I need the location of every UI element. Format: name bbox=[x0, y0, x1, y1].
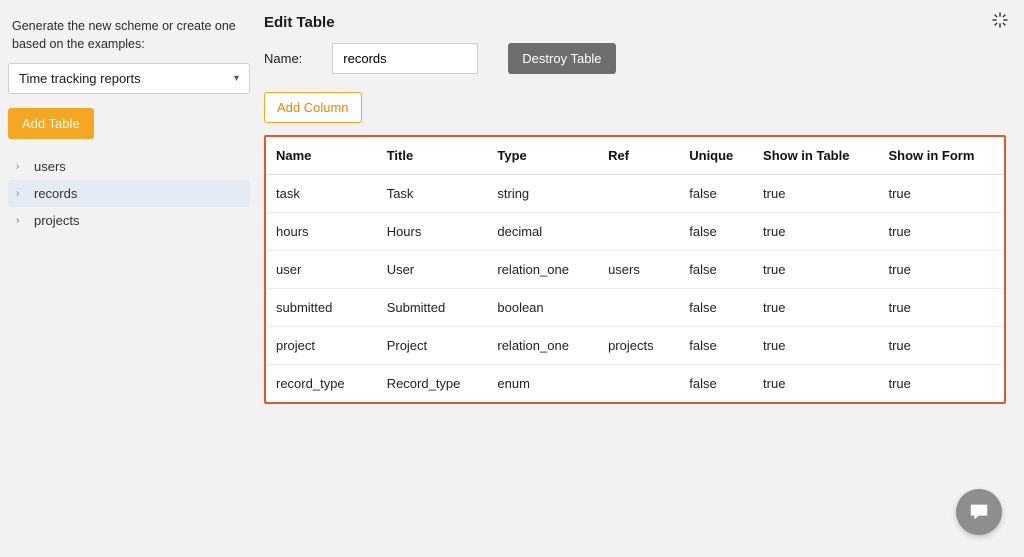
scheme-select-value: Time tracking reports bbox=[19, 71, 141, 86]
col-header: Type bbox=[487, 137, 598, 175]
col-header: Show in Form bbox=[878, 137, 1004, 175]
page-title: Edit Table bbox=[264, 14, 1006, 31]
table-row[interactable]: userUserrelation_oneusersfalsetruetrue bbox=[266, 251, 1004, 289]
chevron-right-icon: › bbox=[16, 161, 24, 172]
col-header: Ref bbox=[598, 137, 679, 175]
collapse-icon[interactable] bbox=[990, 10, 1010, 33]
cell-name: user bbox=[266, 251, 377, 289]
cell-show_in_form: true bbox=[878, 175, 1004, 213]
cell-type: relation_one bbox=[487, 327, 598, 365]
cell-ref bbox=[598, 213, 679, 251]
cell-unique: false bbox=[679, 327, 753, 365]
col-header: Title bbox=[377, 137, 488, 175]
sidebar-item-records[interactable]: › records bbox=[8, 180, 250, 207]
cell-name: task bbox=[266, 175, 377, 213]
cell-name: submitted bbox=[266, 289, 377, 327]
cell-unique: false bbox=[679, 289, 753, 327]
cell-show_in_table: true bbox=[753, 175, 878, 213]
add-column-button[interactable]: Add Column bbox=[264, 92, 362, 123]
cell-show_in_table: true bbox=[753, 327, 878, 365]
cell-unique: false bbox=[679, 175, 753, 213]
cell-type: boolean bbox=[487, 289, 598, 327]
chevron-right-icon: › bbox=[16, 215, 24, 226]
table-row[interactable]: taskTaskstringfalsetruetrue bbox=[266, 175, 1004, 213]
cell-title: Record_type bbox=[377, 365, 488, 403]
cell-title: Project bbox=[377, 327, 488, 365]
cell-ref bbox=[598, 175, 679, 213]
table-row[interactable]: projectProjectrelation_oneprojectsfalset… bbox=[266, 327, 1004, 365]
cell-type: string bbox=[487, 175, 598, 213]
scheme-select[interactable]: Time tracking reports ▾ bbox=[8, 63, 250, 94]
sidebar-item-label: records bbox=[34, 186, 77, 201]
sidebar-item-projects[interactable]: › projects bbox=[8, 207, 250, 234]
col-header: Show in Table bbox=[753, 137, 878, 175]
chat-fab[interactable] bbox=[956, 489, 1002, 535]
cell-title: Submitted bbox=[377, 289, 488, 327]
table-row[interactable]: submittedSubmittedbooleanfalsetruetrue bbox=[266, 289, 1004, 327]
cell-title: User bbox=[377, 251, 488, 289]
cell-show_in_form: true bbox=[878, 251, 1004, 289]
cell-unique: false bbox=[679, 213, 753, 251]
columns-table: NameTitleTypeRefUniqueShow in TableShow … bbox=[266, 137, 1004, 402]
table-row[interactable]: hoursHoursdecimalfalsetruetrue bbox=[266, 213, 1004, 251]
cell-type: enum bbox=[487, 365, 598, 403]
table-tree: › users › records › projects bbox=[8, 153, 250, 234]
col-header: Unique bbox=[679, 137, 753, 175]
cell-show_in_form: true bbox=[878, 365, 1004, 403]
add-table-button[interactable]: Add Table bbox=[8, 108, 94, 139]
table-row[interactable]: record_typeRecord_typeenumfalsetruetrue bbox=[266, 365, 1004, 403]
destroy-table-button[interactable]: Destroy Table bbox=[508, 43, 615, 74]
name-label: Name: bbox=[264, 51, 302, 66]
sidebar-item-users[interactable]: › users bbox=[8, 153, 250, 180]
sidebar-item-label: users bbox=[34, 159, 66, 174]
cell-name: hours bbox=[266, 213, 377, 251]
cell-title: Hours bbox=[377, 213, 488, 251]
columns-table-wrap: NameTitleTypeRefUniqueShow in TableShow … bbox=[264, 135, 1006, 404]
cell-ref: projects bbox=[598, 327, 679, 365]
cell-name: project bbox=[266, 327, 377, 365]
cell-show_in_form: true bbox=[878, 213, 1004, 251]
cell-name: record_type bbox=[266, 365, 377, 403]
sidebar-item-label: projects bbox=[34, 213, 80, 228]
col-header: Name bbox=[266, 137, 377, 175]
main-panel: Edit Table Name: Destroy Table Add Colum… bbox=[258, 0, 1024, 557]
cell-show_in_form: true bbox=[878, 289, 1004, 327]
cell-ref bbox=[598, 289, 679, 327]
cell-show_in_table: true bbox=[753, 213, 878, 251]
cell-show_in_table: true bbox=[753, 251, 878, 289]
cell-type: decimal bbox=[487, 213, 598, 251]
cell-type: relation_one bbox=[487, 251, 598, 289]
sidebar: Generate the new scheme or create one ba… bbox=[0, 0, 258, 557]
cell-show_in_form: true bbox=[878, 327, 1004, 365]
cell-unique: false bbox=[679, 251, 753, 289]
cell-ref: users bbox=[598, 251, 679, 289]
cell-show_in_table: true bbox=[753, 365, 878, 403]
chevron-right-icon: › bbox=[16, 188, 24, 199]
cell-ref bbox=[598, 365, 679, 403]
sidebar-instructions: Generate the new scheme or create one ba… bbox=[8, 18, 250, 53]
chat-icon bbox=[968, 501, 990, 523]
table-name-input[interactable] bbox=[332, 43, 478, 74]
chevron-down-icon: ▾ bbox=[234, 73, 239, 84]
cell-title: Task bbox=[377, 175, 488, 213]
cell-show_in_table: true bbox=[753, 289, 878, 327]
cell-unique: false bbox=[679, 365, 753, 403]
